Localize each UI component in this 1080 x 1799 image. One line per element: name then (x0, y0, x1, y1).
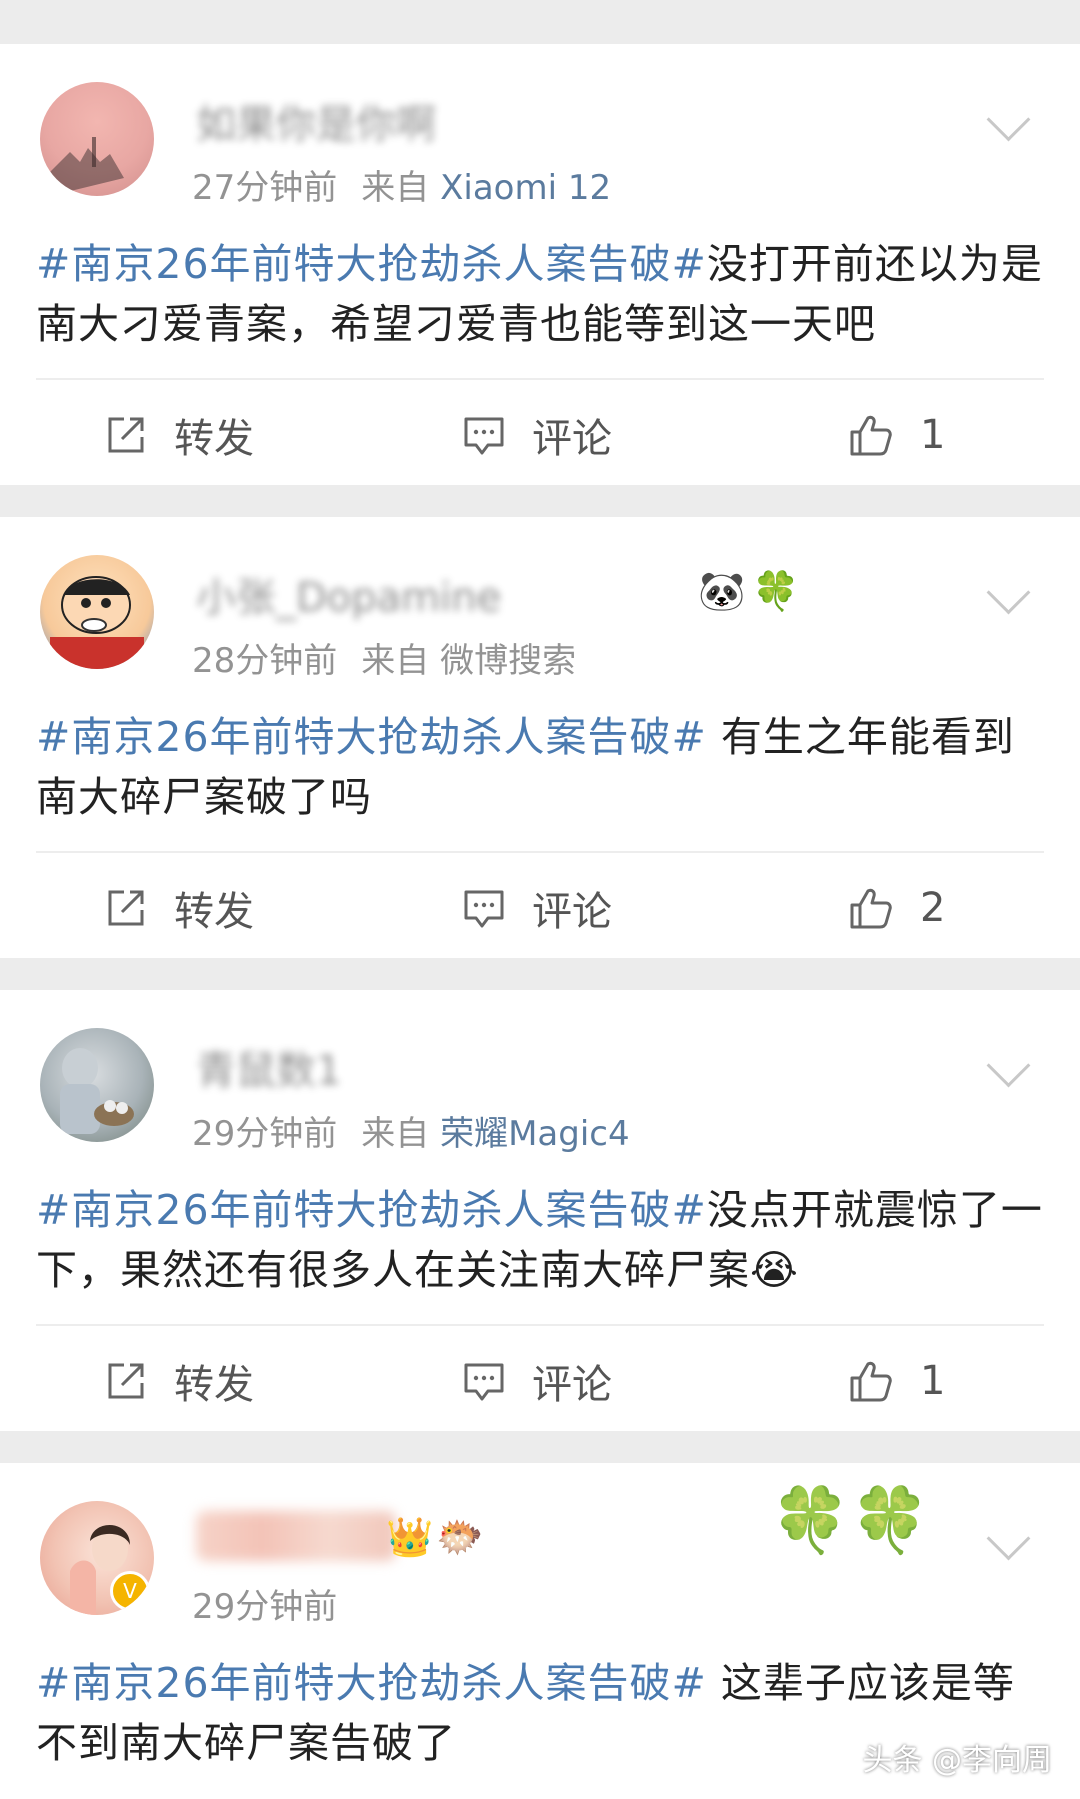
chevron-down-icon[interactable] (986, 1516, 1031, 1561)
post-meta: 29分钟前 来自 荣耀Magic4 (192, 1106, 630, 1155)
post-source[interactable]: 微博搜索 (440, 641, 576, 681)
user-name[interactable] (196, 1511, 396, 1561)
panda-badge: 🐼 (698, 569, 746, 613)
share-icon (108, 890, 144, 926)
chevron-down-icon[interactable] (986, 1043, 1031, 1088)
verified-badge: V (110, 1571, 150, 1611)
weibo-post-card: 青鼠数1 29分钟前 来自 荣耀Magic4 #南京26年前特大抢劫杀人案告破#没… (0, 990, 1080, 1431)
post-source[interactable]: Xiaomi 12 (440, 168, 611, 208)
share-icon (108, 1363, 144, 1399)
comment-button[interactable]: 评论 (462, 1326, 612, 1436)
post-meta: 29分钟前 (192, 1579, 337, 1628)
action-bar: 转发 评论 1 (0, 380, 1080, 490)
thumbs-up-icon (850, 1361, 892, 1402)
weibo-post-card: V 👑 🐡 🍀🍀 29分钟前 #南京26年前特大抢劫杀人案告破# 这辈子应该是等… (0, 1463, 1080, 1799)
hashtag-link[interactable]: #南京26年前特大抢劫杀人案告破# (36, 1659, 707, 1707)
post-content: #南京26年前特大抢劫杀人案告破#没点开就震惊了一下，果然还有很多人在关注南大碎… (36, 1180, 1046, 1300)
post-meta: 27分钟前 来自 Xiaomi 12 (192, 160, 611, 209)
chevron-down-icon[interactable] (986, 97, 1031, 142)
share-label: 转发 (174, 416, 254, 462)
comment-button[interactable]: 评论 (462, 380, 612, 490)
share-label: 转发 (174, 1362, 254, 1408)
comment-icon (464, 890, 504, 928)
comment-label: 评论 (532, 416, 612, 462)
user-name[interactable]: 小张_Dopamine (196, 565, 501, 623)
chevron-down-icon[interactable] (986, 570, 1031, 615)
source-prefix: 来自 (361, 641, 430, 681)
weibo-post-card: 如果你是你啊 27分钟前 来自 Xiaomi 12 #南京26年前特大抢劫杀人案告… (0, 44, 1080, 485)
post-content: #南京26年前特大抢劫杀人案告破# 有生之年能看到南大碎尸案破了吗 (36, 707, 1046, 827)
thumbs-up-icon (850, 888, 892, 929)
avatar[interactable] (40, 82, 154, 196)
share-button[interactable]: 转发 (104, 1326, 254, 1436)
post-time: 29分钟前 (192, 1587, 338, 1627)
post-content: #南京26年前特大抢劫杀人案告破#没打开前还以为是南大刁爱青案，希望刁爱青也能等… (36, 234, 1046, 354)
hashtag-link[interactable]: #南京26年前特大抢劫杀人案告破# (36, 713, 707, 761)
post-time: 27分钟前 (192, 168, 338, 208)
fish-badge: 🐡 (436, 1515, 484, 1559)
thumbs-up-icon (850, 415, 892, 456)
like-button[interactable]: 1 (848, 380, 945, 490)
like-count: 1 (920, 1358, 946, 1404)
share-button[interactable]: 转发 (104, 853, 254, 963)
action-bar: 转发 评论 2 (0, 853, 1080, 963)
hashtag-link[interactable]: #南京26年前特大抢劫杀人案告破# (36, 1186, 707, 1234)
comment-icon (464, 1363, 504, 1401)
hashtag-link[interactable]: #南京26年前特大抢劫杀人案告破# (36, 240, 707, 288)
like-count: 1 (920, 412, 946, 458)
post-time: 28分钟前 (192, 641, 338, 681)
avatar[interactable] (40, 1028, 154, 1142)
comment-label: 评论 (532, 1362, 612, 1408)
like-button[interactable]: 1 (848, 1326, 945, 1436)
avatar[interactable] (40, 555, 154, 669)
share-icon (108, 417, 144, 453)
watermark: 头条 @李向周 (862, 1743, 1052, 1778)
user-name[interactable]: 青鼠数1 (196, 1038, 341, 1096)
post-source[interactable]: 荣耀Magic4 (440, 1114, 630, 1154)
source-prefix: 来自 (361, 1114, 430, 1154)
share-button[interactable]: 转发 (104, 380, 254, 490)
clover-decoration: 🍀🍀 (770, 1484, 930, 1558)
action-bar: 转发 评论 1 (0, 1326, 1080, 1436)
comment-button[interactable]: 评论 (462, 853, 612, 963)
comment-icon (464, 417, 504, 455)
like-button[interactable]: 2 (848, 853, 945, 963)
post-time: 29分钟前 (192, 1114, 338, 1154)
weibo-post-card: 小张_Dopamine 🐼 🍀 28分钟前 来自 微博搜索 #南京26年前特大抢劫… (0, 517, 1080, 958)
share-label: 转发 (174, 889, 254, 935)
post-meta: 28分钟前 来自 微博搜索 (192, 633, 576, 682)
comment-label: 评论 (532, 889, 612, 935)
top-strip (0, 0, 1080, 44)
like-count: 2 (920, 885, 946, 931)
source-prefix: 来自 (361, 168, 430, 208)
crown-badge: 👑 (386, 1515, 434, 1559)
clover-badge: 🍀 (752, 569, 800, 613)
avatar[interactable]: V (40, 1501, 154, 1615)
user-name[interactable]: 如果你是你啊 (196, 92, 436, 150)
